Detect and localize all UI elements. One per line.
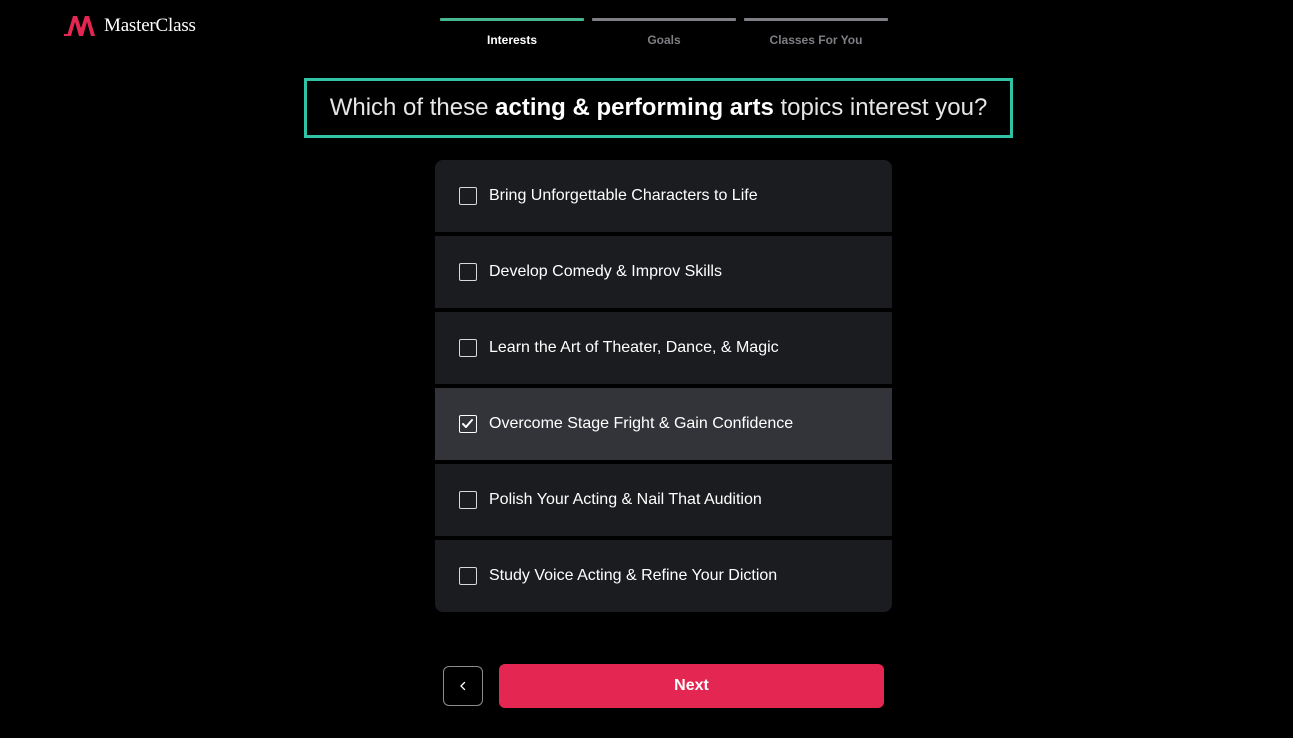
checkbox[interactable] xyxy=(459,339,477,357)
step-label: Goals xyxy=(647,33,681,47)
step-bar xyxy=(592,18,736,21)
back-button[interactable] xyxy=(443,666,483,706)
option-label: Polish Your Acting & Nail That Audition xyxy=(489,491,762,508)
checkbox[interactable] xyxy=(459,567,477,585)
option-theater-dance-magic[interactable]: Learn the Art of Theater, Dance, & Magic xyxy=(435,312,892,384)
option-stage-fright[interactable]: Overcome Stage Fright & Gain Confidence xyxy=(435,388,892,460)
step-bar xyxy=(440,18,584,21)
option-bring-characters[interactable]: Bring Unforgettable Characters to Life xyxy=(435,160,892,232)
masterclass-logo[interactable]: MasterClass xyxy=(64,14,196,38)
brand-name: MasterClass xyxy=(104,15,196,36)
question-suffix: topics interest you? xyxy=(773,94,988,121)
checkbox[interactable] xyxy=(459,263,477,281)
checkmark-icon xyxy=(462,419,473,428)
question-heading: Which of these acting & performing arts … xyxy=(304,78,1013,138)
option-voice-acting[interactable]: Study Voice Acting & Refine Your Diction xyxy=(435,540,892,612)
option-comedy-improv[interactable]: Develop Comedy & Improv Skills xyxy=(435,236,892,308)
option-polish-acting[interactable]: Polish Your Acting & Nail That Audition xyxy=(435,464,892,536)
option-label: Bring Unforgettable Characters to Life xyxy=(489,187,758,204)
step-interests: Interests xyxy=(440,18,584,47)
next-button[interactable]: Next xyxy=(499,664,884,708)
option-label: Overcome Stage Fright & Gain Confidence xyxy=(489,415,794,432)
step-label: Interests xyxy=(486,33,538,47)
step-bar xyxy=(744,18,888,21)
step-classes-for-you: Classes For You xyxy=(744,18,888,47)
checkbox-checked[interactable] xyxy=(459,415,477,433)
option-label: Study Voice Acting & Refine Your Diction xyxy=(489,567,778,584)
option-label: Learn the Art of Theater, Dance, & Magic xyxy=(489,339,779,356)
checkbox[interactable] xyxy=(459,187,477,205)
topic-options-list: Bring Unforgettable Characters to Life D… xyxy=(435,160,892,612)
onboarding-page: MasterClass Interests Goals Classes For … xyxy=(0,0,1293,738)
checkbox[interactable] xyxy=(459,491,477,509)
step-label: Classes For You xyxy=(769,33,863,47)
option-label: Develop Comedy & Improv Skills xyxy=(489,263,722,280)
question-topic: acting & performing arts xyxy=(495,94,774,121)
masterclass-logo-icon xyxy=(64,16,95,36)
step-goals: Goals xyxy=(592,18,736,47)
chevron-left-icon xyxy=(460,681,466,691)
progress-steps: Interests Goals Classes For You xyxy=(440,18,888,47)
question-prefix: Which of these xyxy=(329,94,496,121)
